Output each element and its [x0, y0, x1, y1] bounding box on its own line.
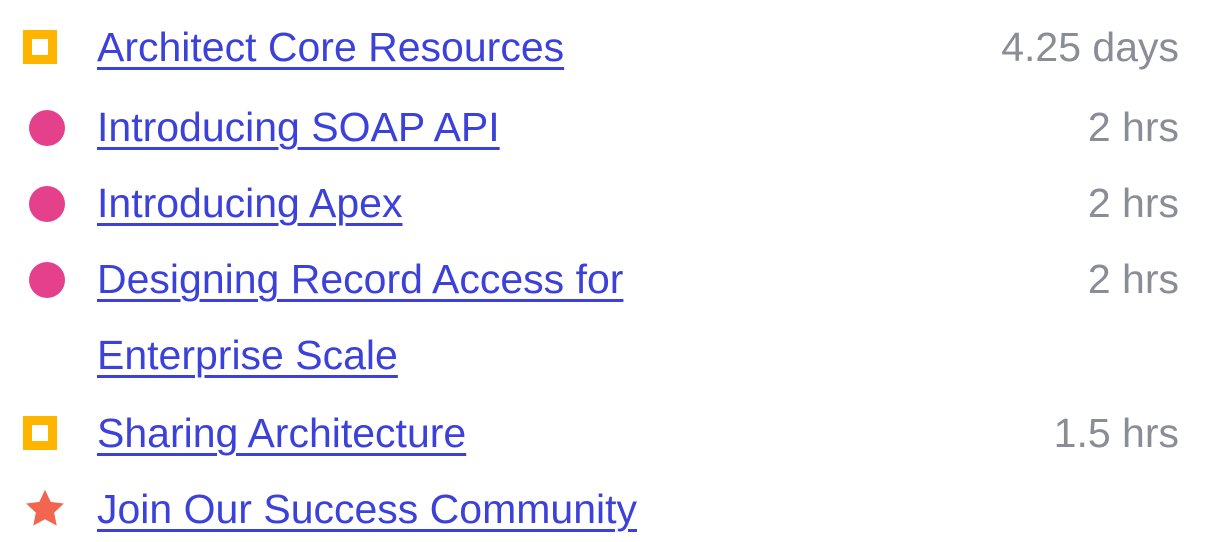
trailmix-square-icon [23, 416, 57, 450]
duration-label: 2 hrs [1087, 180, 1179, 226]
duration-label: 1.5 hrs [1053, 410, 1179, 456]
resource-link-sharing-architecture[interactable]: Sharing Architecture [97, 400, 466, 466]
module-dot-icon [29, 186, 65, 222]
duration-label: 4.25 days [1001, 24, 1179, 70]
module-dot-icon [29, 262, 65, 298]
resource-link-introducing-soap-api[interactable]: Introducing SOAP API [97, 94, 500, 160]
trailmix-square-icon [23, 30, 57, 64]
star-icon [26, 489, 64, 526]
module-dot-icon [29, 110, 65, 146]
resource-link-architect-core-resources[interactable]: Architect Core Resources [97, 14, 564, 80]
duration-label: 2 hrs [1087, 256, 1179, 302]
resource-link-join-success-community[interactable]: Join Our Success Community [97, 476, 637, 542]
resource-link-designing-record-access-line2[interactable]: Enterprise Scale [97, 322, 398, 388]
resource-link-designing-record-access-line1[interactable]: Designing Record Access for [97, 246, 623, 312]
duration-label: 2 hrs [1087, 104, 1179, 150]
resource-link-introducing-apex[interactable]: Introducing Apex [97, 170, 402, 236]
